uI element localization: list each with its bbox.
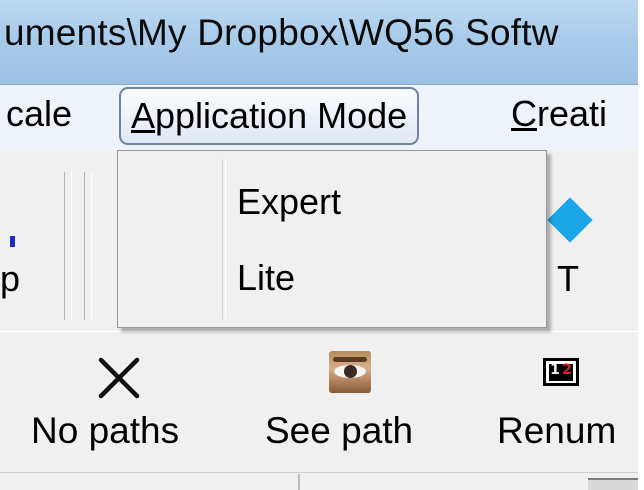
toolbar-text-button-label[interactable]: T: [557, 258, 579, 300]
renumber-icon[interactable]: 1 2: [543, 358, 579, 386]
menu-application-mode-label: pplication Mode: [155, 95, 408, 136]
application-window: uments\My Dropbox\WQ56 Softw cale Applic…: [0, 0, 638, 490]
menu-creation-label: reati: [537, 93, 608, 134]
title-bar[interactable]: uments\My Dropbox\WQ56 Softw: [0, 0, 638, 85]
menu-bar: cale Application Mode Creati: [0, 85, 638, 151]
screen-edge: [638, 0, 644, 490]
toolbar-grip[interactable]: [84, 172, 92, 320]
x-icon[interactable]: [96, 355, 142, 401]
status-panel: [588, 478, 638, 490]
status-divider: [298, 474, 300, 490]
renumber-button-label[interactable]: Renum: [497, 410, 616, 452]
no-paths-button-label[interactable]: No paths: [31, 410, 179, 452]
eye-brow: [333, 357, 367, 362]
application-mode-dropdown: Expert Lite: [117, 150, 547, 328]
window-title: uments\My Dropbox\WQ56 Softw: [4, 12, 559, 53]
renumber-digit-2: 2: [562, 362, 572, 378]
eye-icon[interactable]: [329, 351, 371, 393]
menu-scale-label: cale: [6, 93, 73, 134]
toolbar-separator: [64, 172, 72, 320]
menu-item-expert-label: Expert: [237, 181, 342, 222]
toolbar-left-icon: [10, 236, 15, 247]
menu-item-lite-label: Lite: [237, 257, 296, 298]
status-strip: [0, 472, 638, 490]
see-path-button-label[interactable]: See path: [265, 410, 413, 452]
eye-pupil: [344, 365, 357, 378]
menu-application-mode-mnemonic: A: [131, 95, 156, 136]
menu-item-expert[interactable]: Expert: [122, 167, 542, 237]
menu-creation[interactable]: Creati: [511, 85, 607, 150]
menu-item-lite[interactable]: Lite: [122, 243, 542, 313]
toolbar-left-button-label[interactable]: p: [0, 258, 20, 300]
menu-creation-mnemonic: C: [511, 93, 537, 134]
menu-application-mode[interactable]: Application Mode: [119, 87, 420, 145]
menu-scale[interactable]: cale: [6, 85, 72, 150]
